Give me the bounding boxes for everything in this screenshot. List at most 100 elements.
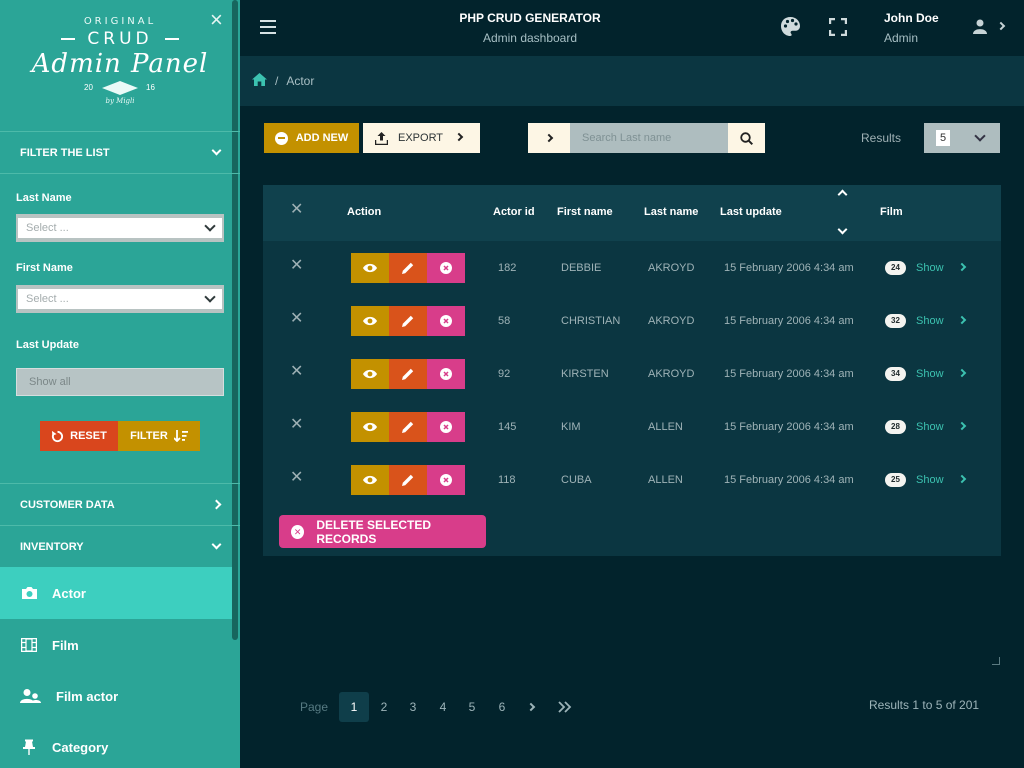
fullscreen-icon[interactable]: [828, 17, 848, 41]
column-header-action: Action: [347, 206, 382, 218]
delete-selected-button[interactable]: ✕ DELETE SELECTED RECORDS: [279, 515, 486, 548]
chevron-right-icon[interactable]: [957, 315, 967, 325]
reset-label: RESET: [70, 430, 107, 442]
double-chevron-right-icon: [558, 701, 572, 713]
actor-id-cell: 145: [498, 421, 517, 433]
sidebar-item-label: Film: [52, 637, 79, 653]
close-circle-icon: [440, 262, 452, 274]
edit-button[interactable]: [389, 465, 427, 495]
inventory-section[interactable]: INVENTORY: [0, 525, 240, 567]
edit-button[interactable]: [389, 359, 427, 389]
home-icon[interactable]: [252, 73, 267, 89]
delete-button[interactable]: [427, 412, 465, 442]
view-button[interactable]: [351, 465, 389, 495]
user-icon[interactable]: [973, 19, 987, 39]
last-name-filter-select[interactable]: Select ...: [16, 214, 224, 242]
page-2-button[interactable]: 2: [369, 692, 399, 722]
view-button[interactable]: [351, 253, 389, 283]
search-button[interactable]: [728, 123, 765, 153]
table-row: ✕ 58 CHRISTIAN AKROYD 15 February 2006 4…: [263, 294, 1001, 347]
chevron-right-icon[interactable]: [957, 368, 967, 378]
chevron-right-icon: [526, 702, 536, 712]
select-all-icon[interactable]: ✕: [290, 199, 303, 219]
search-field-selector[interactable]: [528, 123, 570, 153]
row-actions: [351, 253, 465, 283]
resize-handle[interactable]: [992, 657, 1000, 665]
page-1-button[interactable]: 1: [339, 692, 369, 722]
filter-section-header[interactable]: FILTER THE LIST: [0, 131, 240, 173]
export-button[interactable]: EXPORT: [363, 123, 480, 153]
film-count-badge: 32: [885, 314, 906, 328]
sidebar-item-film-actor[interactable]: Film actor: [0, 670, 232, 722]
select-row-icon[interactable]: ✕: [290, 308, 303, 328]
show-films-link[interactable]: Show: [916, 315, 944, 327]
customer-data-section[interactable]: CUSTOMER DATA: [0, 483, 240, 525]
eye-icon: [363, 369, 377, 379]
edit-button[interactable]: [389, 412, 427, 442]
show-films-link[interactable]: Show: [916, 421, 944, 433]
delete-button[interactable]: [427, 253, 465, 283]
page-6-button[interactable]: 6: [487, 692, 517, 722]
select-row-icon[interactable]: ✕: [290, 361, 303, 381]
logo-year: 20 16: [20, 81, 220, 97]
sort-descending-icon[interactable]: [837, 224, 848, 235]
first-name-filter-select[interactable]: Select ...: [16, 285, 224, 313]
table-row: ✕ 182 DEBBIE AKROYD 15 February 2006 4:3…: [263, 241, 1001, 294]
results-per-page-select[interactable]: 5: [924, 123, 1000, 153]
select-row-icon[interactable]: ✕: [290, 255, 303, 275]
pencil-icon: [402, 315, 414, 327]
view-button[interactable]: [351, 412, 389, 442]
first-name-cell: KIRSTEN: [561, 368, 609, 380]
users-icon: [20, 687, 42, 705]
last-update-filter-input[interactable]: Show all: [16, 368, 224, 396]
pin-icon: [20, 738, 38, 756]
chevron-right-icon[interactable]: [957, 421, 967, 431]
hamburger-menu-icon[interactable]: [260, 20, 276, 34]
search-input[interactable]: [570, 123, 728, 153]
sidebar-item-actor[interactable]: Actor: [0, 567, 232, 619]
select-row-icon[interactable]: ✕: [290, 414, 303, 434]
customer-data-label: CUSTOMER DATA: [20, 498, 115, 511]
actor-id-cell: 58: [498, 315, 511, 327]
page-4-button[interactable]: 4: [428, 692, 458, 722]
last-page-button[interactable]: [550, 692, 580, 722]
sidebar-item-category[interactable]: Category: [0, 721, 232, 768]
page-5-button[interactable]: 5: [457, 692, 487, 722]
show-films-link[interactable]: Show: [916, 262, 944, 274]
select-row-icon[interactable]: ✕: [290, 467, 303, 487]
eye-icon: [363, 316, 377, 326]
show-films-link[interactable]: Show: [916, 474, 944, 486]
edit-button[interactable]: [389, 306, 427, 336]
column-header-last-update[interactable]: Last update: [720, 206, 782, 218]
column-header-first-name[interactable]: First name: [557, 206, 613, 218]
page-3-button[interactable]: 3: [398, 692, 428, 722]
sort-ascending-icon[interactable]: [837, 189, 848, 200]
delete-button[interactable]: [427, 359, 465, 389]
next-page-button[interactable]: [516, 692, 546, 722]
delete-button[interactable]: [427, 465, 465, 495]
chevron-right-icon[interactable]: [957, 262, 967, 272]
sidebar-item-film[interactable]: Film: [0, 619, 232, 671]
column-header-actor-id[interactable]: Actor id: [493, 206, 535, 218]
filter-button[interactable]: FILTER: [118, 421, 200, 451]
app-subtitle: Admin dashboard: [482, 31, 578, 45]
edit-button[interactable]: [389, 253, 427, 283]
column-header-last-name[interactable]: Last name: [644, 206, 698, 218]
breadcrumb-separator: /: [275, 74, 279, 88]
last-name-cell: ALLEN: [648, 474, 683, 486]
view-button[interactable]: [351, 306, 389, 336]
delete-button[interactable]: [427, 306, 465, 336]
delete-selected-label: DELETE SELECTED RECORDS: [316, 517, 432, 546]
chevron-right-icon[interactable]: [996, 21, 1006, 31]
chevron-right-icon[interactable]: [957, 474, 967, 484]
reset-icon: [52, 430, 64, 442]
show-films-link[interactable]: Show: [916, 368, 944, 380]
palette-icon[interactable]: [780, 16, 801, 42]
logo: ORIGINAL CRUD Admin Panel 20 16 by Migli: [20, 12, 220, 122]
pencil-icon: [402, 368, 414, 380]
view-button[interactable]: [351, 359, 389, 389]
reset-button[interactable]: RESET: [40, 421, 118, 451]
add-new-button[interactable]: ADD NEW: [264, 123, 359, 153]
filter-label: FILTER: [130, 430, 168, 442]
add-new-label: ADD NEW: [295, 132, 349, 144]
